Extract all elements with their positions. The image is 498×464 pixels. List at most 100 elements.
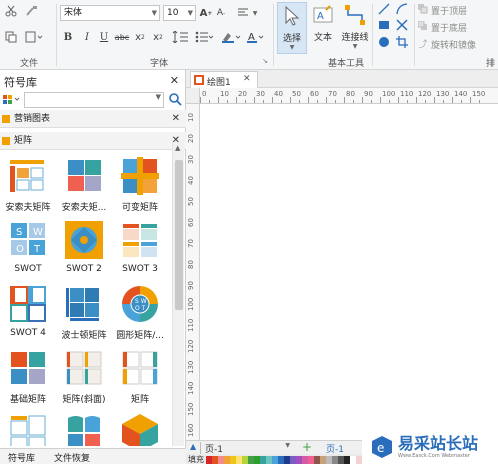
ruler-mark: 40 bbox=[187, 176, 195, 185]
boston-matrix-icon bbox=[64, 284, 104, 324]
brand-logo-icon: e bbox=[370, 435, 394, 459]
subscript-icon[interactable]: x2 bbox=[134, 30, 146, 44]
copy-icon[interactable] bbox=[4, 30, 18, 44]
gallery-scrollbar[interactable]: ▲ bbox=[172, 142, 184, 446]
shape-label: 矩阵 bbox=[130, 395, 149, 405]
bring-front-label[interactable]: 置于顶层 bbox=[431, 4, 467, 17]
close-icon[interactable]: ✕ bbox=[243, 74, 251, 84]
font-size-select[interactable]: 10 ▼ bbox=[163, 5, 196, 21]
select-tool-button[interactable]: 选择 ▼ bbox=[277, 2, 307, 54]
shape-matrix[interactable]: 矩阵 bbox=[112, 342, 168, 406]
shape-ansoff-matrix-2[interactable]: 安索夫矩... bbox=[56, 150, 112, 214]
ruler-mark: 100 bbox=[382, 90, 396, 98]
variable-matrix-icon bbox=[120, 156, 160, 196]
line-spacing-icon[interactable] bbox=[170, 30, 190, 44]
connector-tool-button[interactable]: 连接线 ▼ bbox=[338, 2, 372, 54]
library-search-input[interactable]: ▼ bbox=[24, 92, 164, 108]
file-group-label: 文件 bbox=[20, 59, 39, 69]
fill-label: 填充 bbox=[188, 455, 204, 464]
scroll-up-icon[interactable]: ▲ bbox=[175, 144, 180, 152]
font-name-select[interactable]: 宋体 ▼ bbox=[60, 5, 160, 21]
shape-variable-matrix[interactable]: 可变矩阵 bbox=[112, 150, 168, 214]
ruler-mark: 120 bbox=[187, 339, 195, 353]
shape-basic-matrix[interactable]: 基础矩阵 bbox=[0, 342, 56, 406]
ruler-mark: 10 bbox=[220, 90, 229, 98]
svg-text:O T: O T bbox=[135, 305, 146, 312]
rectangle-tool-icon[interactable] bbox=[377, 19, 391, 31]
search-text-field[interactable] bbox=[25, 93, 151, 107]
shape-matrix-5a[interactable] bbox=[0, 406, 56, 446]
shape-label: SWOT 3 bbox=[122, 264, 158, 274]
paste-icon[interactable] bbox=[24, 30, 44, 44]
document-icon bbox=[194, 75, 204, 85]
shape-matrix-5b[interactable] bbox=[56, 406, 112, 446]
bring-front-icon[interactable] bbox=[418, 4, 428, 14]
align-icon[interactable] bbox=[236, 6, 252, 20]
grow-font-icon[interactable]: A + bbox=[200, 6, 213, 20]
shape-swot-3[interactable]: SWOT 3 bbox=[112, 214, 168, 278]
ruler-mark: 130 bbox=[436, 90, 450, 98]
drawing-canvas[interactable] bbox=[200, 104, 498, 440]
close-icon[interactable]: ✕ bbox=[170, 74, 179, 87]
svg-text:e: e bbox=[377, 441, 384, 455]
connector-icon bbox=[342, 2, 368, 28]
superscript-icon[interactable]: x2 bbox=[152, 30, 164, 44]
ruler-tick bbox=[326, 97, 327, 103]
send-back-icon[interactable] bbox=[418, 21, 428, 31]
text-tool-button[interactable]: A 文本 bbox=[308, 2, 338, 54]
underline-icon[interactable]: U bbox=[98, 30, 110, 44]
shape-circular-matrix[interactable]: S WO T 圆形矩阵/... bbox=[112, 278, 168, 342]
category-marketing[interactable]: 营销图表 ✕ bbox=[0, 110, 186, 128]
ruler-mark: 30 bbox=[256, 90, 265, 98]
tab-drawing1[interactable]: 绘图1 ✕ bbox=[190, 71, 258, 88]
page-nav-icon[interactable]: ▲ bbox=[190, 442, 196, 451]
send-back-label[interactable]: 置于底层 bbox=[431, 21, 467, 34]
shape-swot[interactable]: SWOT SWOT bbox=[0, 214, 56, 278]
search-icon[interactable] bbox=[168, 92, 182, 108]
cut-icon[interactable] bbox=[4, 4, 18, 18]
ellipse-tool-icon[interactable] bbox=[377, 36, 391, 48]
ribbon-separator bbox=[273, 4, 274, 66]
shape-label: 基础矩阵 bbox=[9, 395, 46, 405]
ruler-mark: 150 bbox=[472, 90, 486, 98]
curve-tool-icon[interactable] bbox=[395, 3, 409, 15]
italic-icon[interactable]: I bbox=[81, 30, 93, 44]
line-tool-icon[interactable] bbox=[377, 3, 391, 15]
chevron-down-icon: ▼ bbox=[352, 43, 358, 50]
chevron-down-icon: ▼ bbox=[285, 442, 290, 449]
ruler-mark: 0 bbox=[202, 90, 207, 98]
bullet-list-icon[interactable] bbox=[194, 30, 214, 44]
ruler-tick bbox=[218, 97, 219, 103]
rotate-icon[interactable]: ⤴ bbox=[418, 38, 428, 50]
format-painter-icon[interactable] bbox=[24, 4, 40, 18]
rotate-flip-label[interactable]: 旋转和镜像 bbox=[431, 38, 476, 51]
close-icon[interactable]: ✕ bbox=[172, 110, 180, 128]
strikethrough-icon[interactable]: abc bbox=[114, 30, 130, 44]
shape-swot-2[interactable]: SWOT 2 bbox=[56, 214, 112, 278]
tab-symbol-library[interactable]: 符号库 bbox=[8, 451, 35, 464]
tab-file-recovery[interactable]: 文件恢复 bbox=[54, 451, 90, 464]
page-selector[interactable]: 页-1 ▼ bbox=[200, 442, 292, 455]
shape-ansoff-matrix[interactable]: 安索夫矩阵 bbox=[0, 150, 56, 214]
shape-label: SWOT bbox=[14, 264, 42, 274]
shape-matrix-5c[interactable] bbox=[112, 406, 168, 446]
shrink-font-icon[interactable]: A- bbox=[215, 6, 227, 20]
crop-tool-icon[interactable] bbox=[395, 36, 409, 48]
add-page-icon[interactable]: + bbox=[302, 440, 312, 454]
ruler-mark: 70 bbox=[187, 239, 195, 248]
shape-swot-4[interactable]: SWOT 4 bbox=[0, 278, 56, 342]
chevron-down-icon[interactable]: ▼ bbox=[251, 6, 259, 20]
font-color-icon[interactable]: A bbox=[246, 30, 266, 44]
highlight-color-icon[interactable] bbox=[220, 30, 242, 44]
matrix-icon bbox=[120, 348, 160, 388]
document-tab-bar: 绘图1 ✕ bbox=[186, 70, 498, 88]
scrollbar-thumb[interactable] bbox=[175, 160, 183, 310]
cross-tool-icon[interactable] bbox=[395, 19, 409, 31]
app-window: 文件 宋体 ▼ 10 ▼ A + A- ▼ B I U abc x2 x2 A … bbox=[0, 0, 498, 464]
dialog-launcher-icon[interactable]: ↘ bbox=[260, 56, 270, 66]
shape-bevel-matrix[interactable]: 矩阵(斜面) bbox=[56, 342, 112, 406]
bold-icon[interactable]: B bbox=[62, 30, 74, 44]
shape-boston-matrix[interactable]: 波士顿矩阵 bbox=[56, 278, 112, 342]
bevel-matrix-icon bbox=[64, 348, 104, 388]
library-menu-icon[interactable] bbox=[2, 92, 22, 108]
